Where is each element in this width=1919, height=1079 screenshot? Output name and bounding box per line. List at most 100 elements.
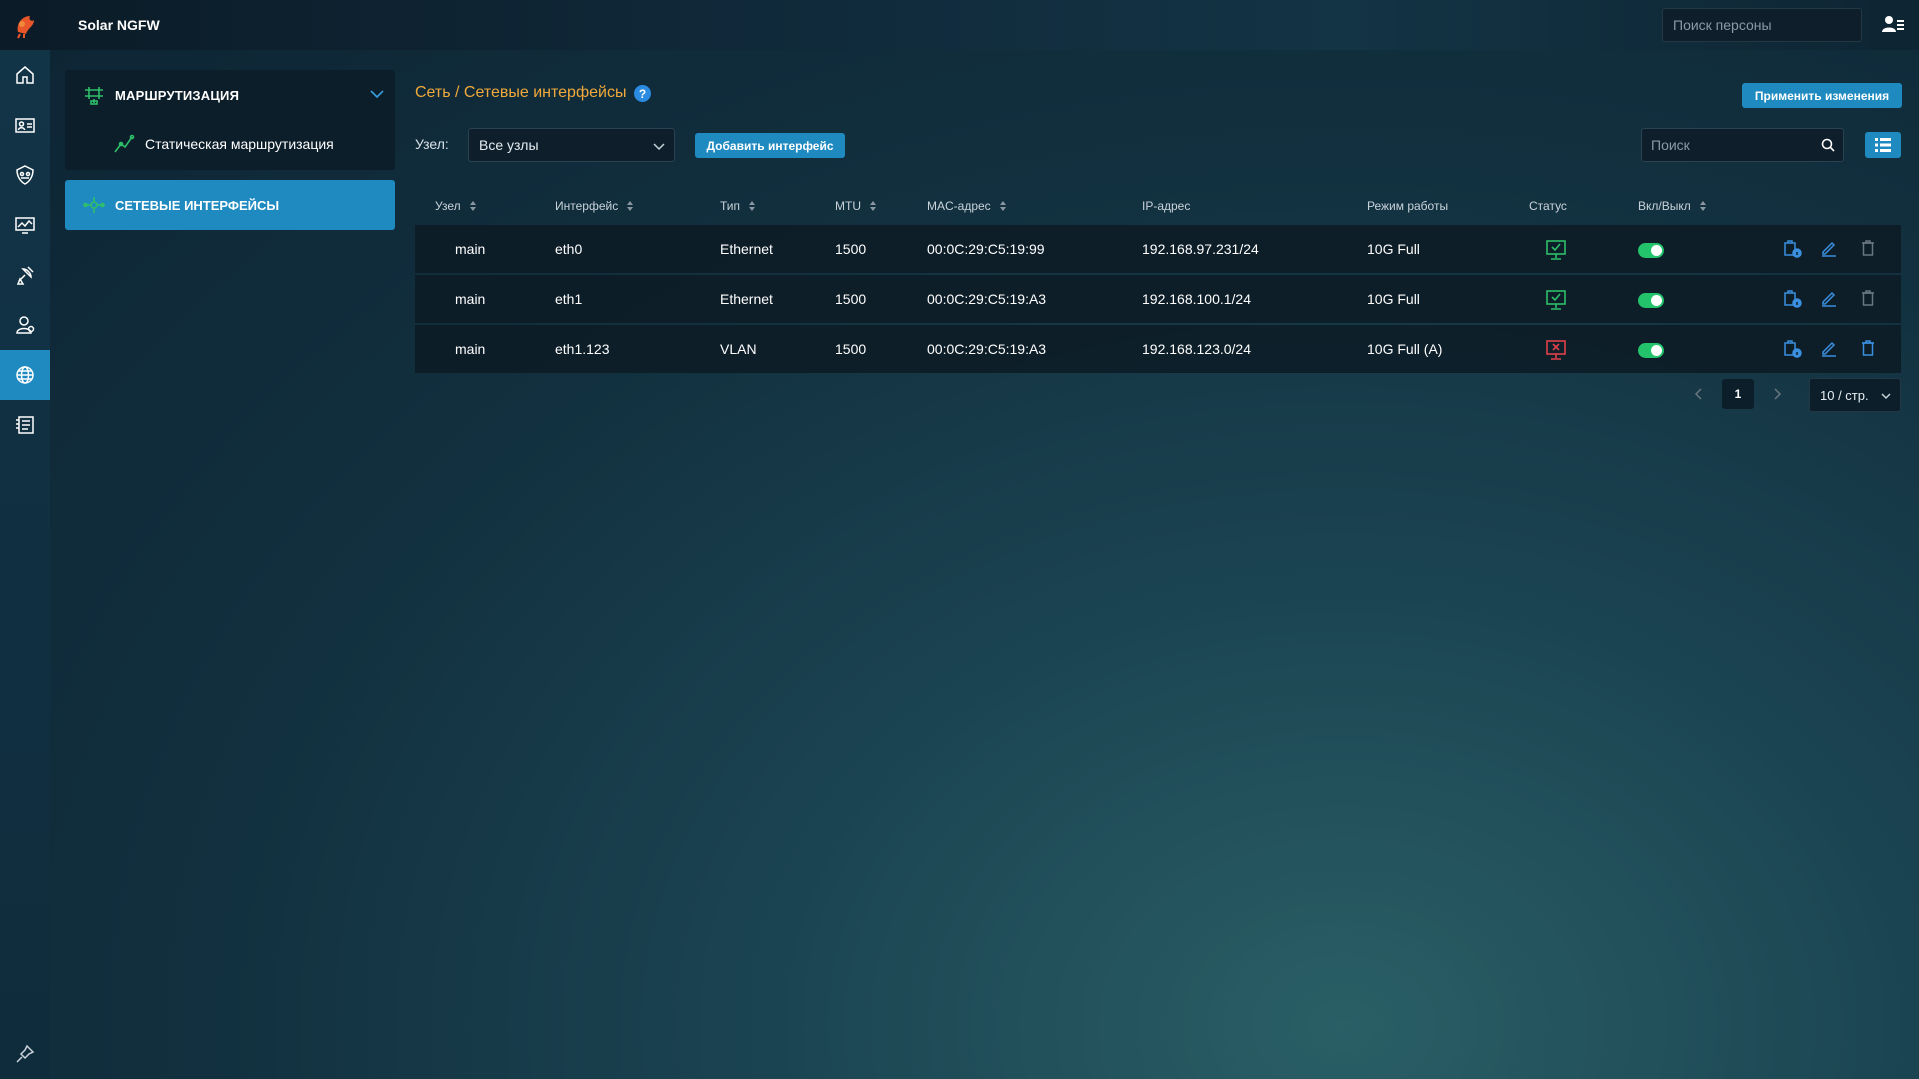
sidebar-item-network-interfaces[interactable]: СЕТЕВЫЕ ИНТЕРФЕЙСЫ	[65, 180, 395, 230]
cell-mac: 00:0C:29:C5:19:A3	[927, 341, 1047, 357]
page-size-select[interactable]: 10 / стр.	[1809, 378, 1901, 412]
column-header-interface[interactable]: Интерфейс	[555, 199, 634, 213]
sort-icon	[1699, 201, 1706, 211]
list-view-button[interactable]	[1865, 132, 1901, 158]
add-interface-button[interactable]: Добавить интерфейс	[695, 133, 845, 158]
table-row[interactable]: main eth1.123 VLAN 1500 00:0C:29:C5:19:A…	[415, 325, 1901, 373]
cell-mtu: 1500	[835, 341, 867, 357]
top-bar: Solar NGFW	[0, 0, 1919, 50]
cell-mtu: 1500	[835, 241, 867, 257]
cell-node: main	[455, 241, 486, 257]
nav-monitoring[interactable]	[0, 200, 50, 250]
node-filter-select[interactable]: Все узлы	[468, 128, 675, 162]
pagination-prev[interactable]	[1689, 384, 1709, 404]
sidebar-group-header[interactable]: МАРШРУТИЗАЦИЯ	[65, 70, 395, 120]
cell-type: Ethernet	[720, 241, 773, 257]
enable-toggle[interactable]	[1638, 243, 1664, 258]
delete-icon[interactable]	[1859, 239, 1877, 257]
user-menu-icon	[1882, 16, 1904, 32]
node-filter-label: Узел:	[415, 136, 449, 152]
delete-icon[interactable]	[1859, 289, 1877, 307]
cell-ip: 192.168.100.1/24	[1142, 291, 1251, 307]
column-header-type[interactable]: Тип	[720, 199, 756, 213]
status-up-icon	[1546, 240, 1566, 260]
chevron-left-icon	[1694, 388, 1702, 400]
id-card-icon	[15, 118, 35, 133]
network-icon	[16, 366, 34, 384]
interfaces-table: main eth0 Ethernet 1500 00:0C:29:C5:19:9…	[415, 225, 1901, 375]
cell-mode: 10G Full	[1367, 241, 1420, 257]
apply-changes-button[interactable]: Применить изменения	[1742, 83, 1902, 108]
nav-network[interactable]	[0, 350, 50, 400]
edit-icon[interactable]	[1820, 239, 1838, 257]
edit-icon[interactable]	[1820, 339, 1838, 357]
cell-type: VLAN	[720, 341, 757, 357]
help-icon[interactable]: ?	[634, 85, 651, 102]
status-down-icon	[1546, 340, 1566, 360]
cell-type: Ethernet	[720, 291, 773, 307]
column-header-node[interactable]: Узел	[435, 199, 477, 213]
sort-icon	[469, 201, 476, 211]
page-size-value: 10 / стр.	[1820, 387, 1869, 403]
node-filter-value: Все узлы	[479, 137, 539, 153]
sidebar-item-label: Статическая маршрутизация	[145, 136, 334, 152]
cell-mode: 10G Full	[1367, 291, 1420, 307]
chevron-right-icon	[1774, 388, 1782, 400]
pagination-page[interactable]: 1	[1722, 379, 1754, 409]
cell-mac: 00:0C:29:C5:19:A3	[927, 291, 1047, 307]
sidebar-group-routing: МАРШРУТИЗАЦИЯ Статическая маршрутизация	[65, 70, 395, 170]
delete-icon[interactable]	[1859, 339, 1877, 357]
edit-icon[interactable]	[1820, 289, 1838, 307]
sidebar-item-label: СЕТЕВЫЕ ИНТЕРФЕЙСЫ	[115, 197, 280, 213]
nav-home[interactable]	[0, 50, 50, 100]
log-icon	[16, 416, 34, 434]
list-view-icon	[1875, 138, 1891, 152]
sort-icon	[999, 201, 1006, 211]
cell-ip: 192.168.97.231/24	[1142, 241, 1259, 257]
cell-mtu: 1500	[835, 291, 867, 307]
status-up-icon	[1546, 290, 1566, 310]
user-icon	[16, 316, 35, 334]
search-icon[interactable]	[1821, 138, 1835, 152]
column-header-status: Статус	[1529, 199, 1567, 213]
monitoring-icon	[15, 217, 35, 234]
sort-icon	[870, 201, 876, 211]
table-search	[1641, 128, 1844, 162]
nav-logs[interactable]	[0, 400, 50, 450]
chevron-down-icon[interactable]	[369, 86, 385, 102]
table-row[interactable]: main eth1 Ethernet 1500 00:0C:29:C5:19:A…	[415, 275, 1901, 323]
enable-toggle[interactable]	[1638, 343, 1664, 358]
breadcrumb[interactable]: Сеть / Сетевые интерфейсы	[415, 84, 626, 102]
cell-interface: eth1	[555, 291, 583, 307]
nav-rail	[0, 50, 50, 1079]
nav-security[interactable]	[0, 150, 50, 200]
interface-info-icon[interactable]	[1782, 339, 1802, 359]
table-search-input[interactable]	[1642, 129, 1812, 161]
app-logo[interactable]	[0, 0, 50, 50]
sort-icon	[749, 201, 756, 211]
satellite-icon	[16, 266, 34, 285]
sidebar-item-static-routing[interactable]: Статическая маршрутизация	[65, 120, 395, 168]
cell-ip: 192.168.123.0/24	[1142, 341, 1251, 357]
nav-users[interactable]	[0, 300, 50, 350]
chart-line-icon	[114, 134, 135, 153]
column-header-mtu[interactable]: MTU	[835, 199, 877, 213]
user-menu-button[interactable]	[1880, 12, 1906, 38]
logo-icon	[17, 16, 34, 39]
network-interfaces-icon	[83, 197, 105, 213]
enable-toggle[interactable]	[1638, 293, 1664, 308]
routing-icon	[85, 87, 103, 105]
person-search-input[interactable]	[1662, 8, 1862, 42]
cell-interface: eth0	[555, 241, 583, 257]
column-header-enabled[interactable]: Вкл/Выкл	[1638, 199, 1707, 213]
column-header-mac[interactable]: MAC-адрес	[927, 199, 1007, 213]
nav-pin[interactable]	[0, 1029, 50, 1079]
nav-directory[interactable]	[0, 100, 50, 150]
table-row[interactable]: main eth0 Ethernet 1500 00:0C:29:C5:19:9…	[415, 225, 1901, 273]
interface-info-icon[interactable]	[1782, 239, 1802, 259]
cell-node: main	[455, 341, 486, 357]
sort-icon	[627, 201, 634, 211]
interface-info-icon[interactable]	[1782, 289, 1802, 309]
nav-sensors[interactable]	[0, 250, 50, 300]
pagination-next[interactable]	[1767, 384, 1787, 404]
